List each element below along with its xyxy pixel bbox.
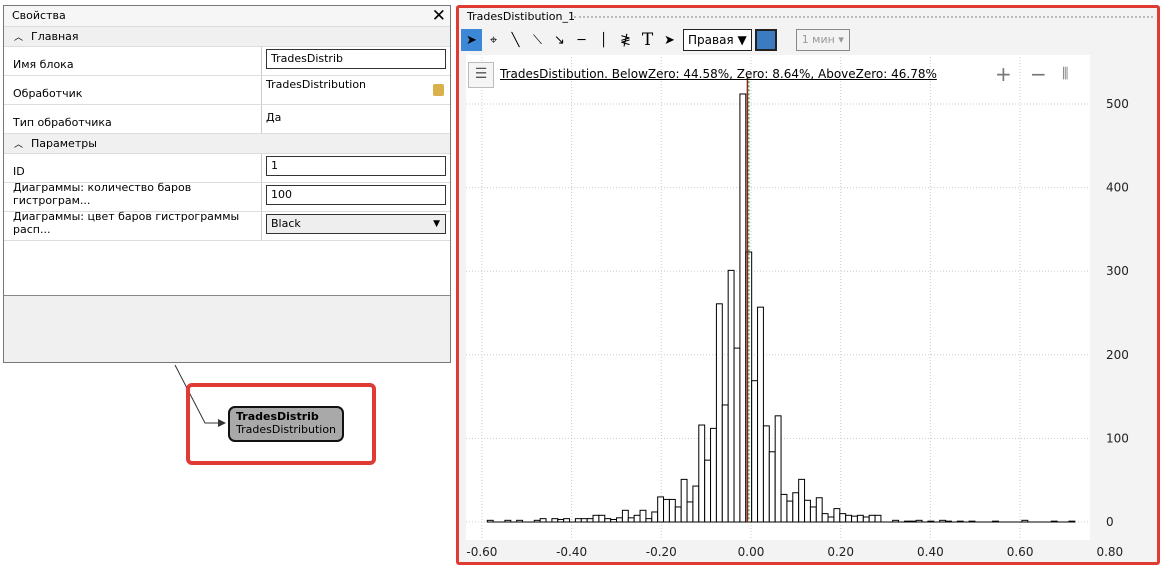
- x-tick-label: 0.00: [738, 545, 765, 559]
- histogram-bar: [839, 513, 847, 523]
- y-tick-label: 200: [1106, 348, 1129, 362]
- histogram-chart: -0.60 -0.40 -0.20 0.00 0.20 0.40 0.60 0.80 0 100 2…: [466, 57, 1129, 559]
- x-tick-label: 0.40: [917, 545, 944, 559]
- histogram-bar: [804, 499, 811, 523]
- zoom-in-icon[interactable]: +: [995, 62, 1012, 86]
- histogram-bar: [827, 516, 835, 523]
- y-tick-label: 500: [1106, 97, 1129, 111]
- histogram-bar: [557, 518, 565, 523]
- y-tick-label: 100: [1106, 431, 1129, 445]
- histogram-bar: [833, 508, 841, 523]
- histogram-bar: [627, 517, 635, 523]
- histogram-bar: [809, 506, 817, 523]
- x-tick-label: -0.20: [646, 545, 677, 559]
- x-tick-label: 0.80: [1096, 545, 1123, 559]
- histogram-bar: [774, 415, 782, 523]
- histogram-bar: [757, 306, 764, 523]
- histogram-bar: [874, 514, 882, 523]
- histogram-bar: [915, 519, 923, 523]
- legend-list-icon[interactable]: ☰: [468, 62, 494, 88]
- x-tick-label: 0.20: [827, 545, 854, 559]
- histogram-bar: [786, 500, 794, 523]
- histogram-bar: [1050, 520, 1058, 523]
- histogram-bar: [868, 514, 876, 523]
- histogram-bar: [892, 519, 900, 523]
- histogram-bar: [727, 269, 735, 523]
- histogram-bar: [574, 518, 582, 523]
- histogram-bar: [792, 492, 800, 523]
- histogram-bar: [862, 516, 870, 523]
- histogram-bar: [821, 513, 829, 523]
- histogram-bar: [733, 347, 741, 523]
- histogram-bar: [845, 514, 853, 523]
- histogram-bar: [598, 514, 606, 523]
- histogram-bar: [610, 518, 618, 523]
- histogram-bar: [992, 520, 999, 523]
- histogram-bar: [633, 514, 641, 523]
- histogram-bar: [586, 518, 594, 523]
- histogram-bar: [909, 520, 917, 523]
- histogram-bar: [674, 506, 682, 523]
- y-tick-label: 300: [1106, 264, 1129, 278]
- histogram-bar: [563, 518, 571, 523]
- histogram-bar: [680, 478, 688, 523]
- histogram-bar: [504, 519, 512, 523]
- histogram-bar: [604, 518, 612, 523]
- histogram-bar: [645, 518, 653, 523]
- histogram-bar: [762, 425, 770, 523]
- histogram-bar: [516, 519, 524, 523]
- histogram-bar: [798, 478, 806, 523]
- histogram-bar: [663, 498, 670, 523]
- auto-scale-icon[interactable]: ⫼: [1062, 66, 1068, 82]
- x-tick-label: 0.60: [1007, 545, 1034, 559]
- histogram-bar: [486, 519, 494, 523]
- histogram-bar: [657, 496, 665, 523]
- histogram-bar: [939, 519, 947, 523]
- x-tick-label: -0.60: [466, 545, 497, 559]
- histogram-bar: [616, 517, 623, 523]
- histogram-bar: [721, 404, 729, 523]
- zoom-out-icon[interactable]: −: [1030, 62, 1047, 86]
- histogram-bar: [698, 424, 706, 523]
- histogram-bar: [551, 518, 559, 523]
- histogram-bar: [710, 427, 717, 523]
- histogram-bar: [751, 380, 759, 523]
- histogram-bar: [621, 509, 629, 523]
- histogram-bar: [815, 497, 823, 523]
- histogram-bar: [1021, 519, 1029, 523]
- histogram-bar: [739, 93, 747, 523]
- histogram-bar: [927, 520, 935, 523]
- histogram-bar: [533, 519, 541, 523]
- histogram-bar: [668, 498, 676, 523]
- histogram-bar: [956, 520, 964, 523]
- histogram-bar: [780, 493, 788, 523]
- histogram-bar: [704, 459, 712, 523]
- histogram-bar: [968, 520, 976, 523]
- histogram-bar: [686, 501, 694, 523]
- histogram-bar: [768, 451, 776, 523]
- histogram-bar: [945, 520, 952, 523]
- histogram-bar: [851, 515, 858, 523]
- histogram-bar: [692, 485, 700, 523]
- histogram-bar: [639, 509, 647, 523]
- y-tick-label: 400: [1106, 181, 1129, 195]
- x-tick-label: -0.40: [556, 545, 587, 559]
- histogram-bar: [856, 514, 864, 523]
- histogram-bar: [903, 520, 911, 523]
- histogram-bar: [651, 511, 659, 523]
- histogram-bar: [1068, 520, 1076, 523]
- histogram-bar: [592, 514, 600, 523]
- chart-legend[interactable]: TradesDistibution. BelowZero: 44.58%, Ze…: [500, 67, 937, 81]
- histogram-bar: [539, 518, 547, 523]
- histogram-bar: [580, 518, 588, 523]
- y-tick-label: 0: [1106, 515, 1114, 529]
- histogram-bar: [715, 303, 723, 523]
